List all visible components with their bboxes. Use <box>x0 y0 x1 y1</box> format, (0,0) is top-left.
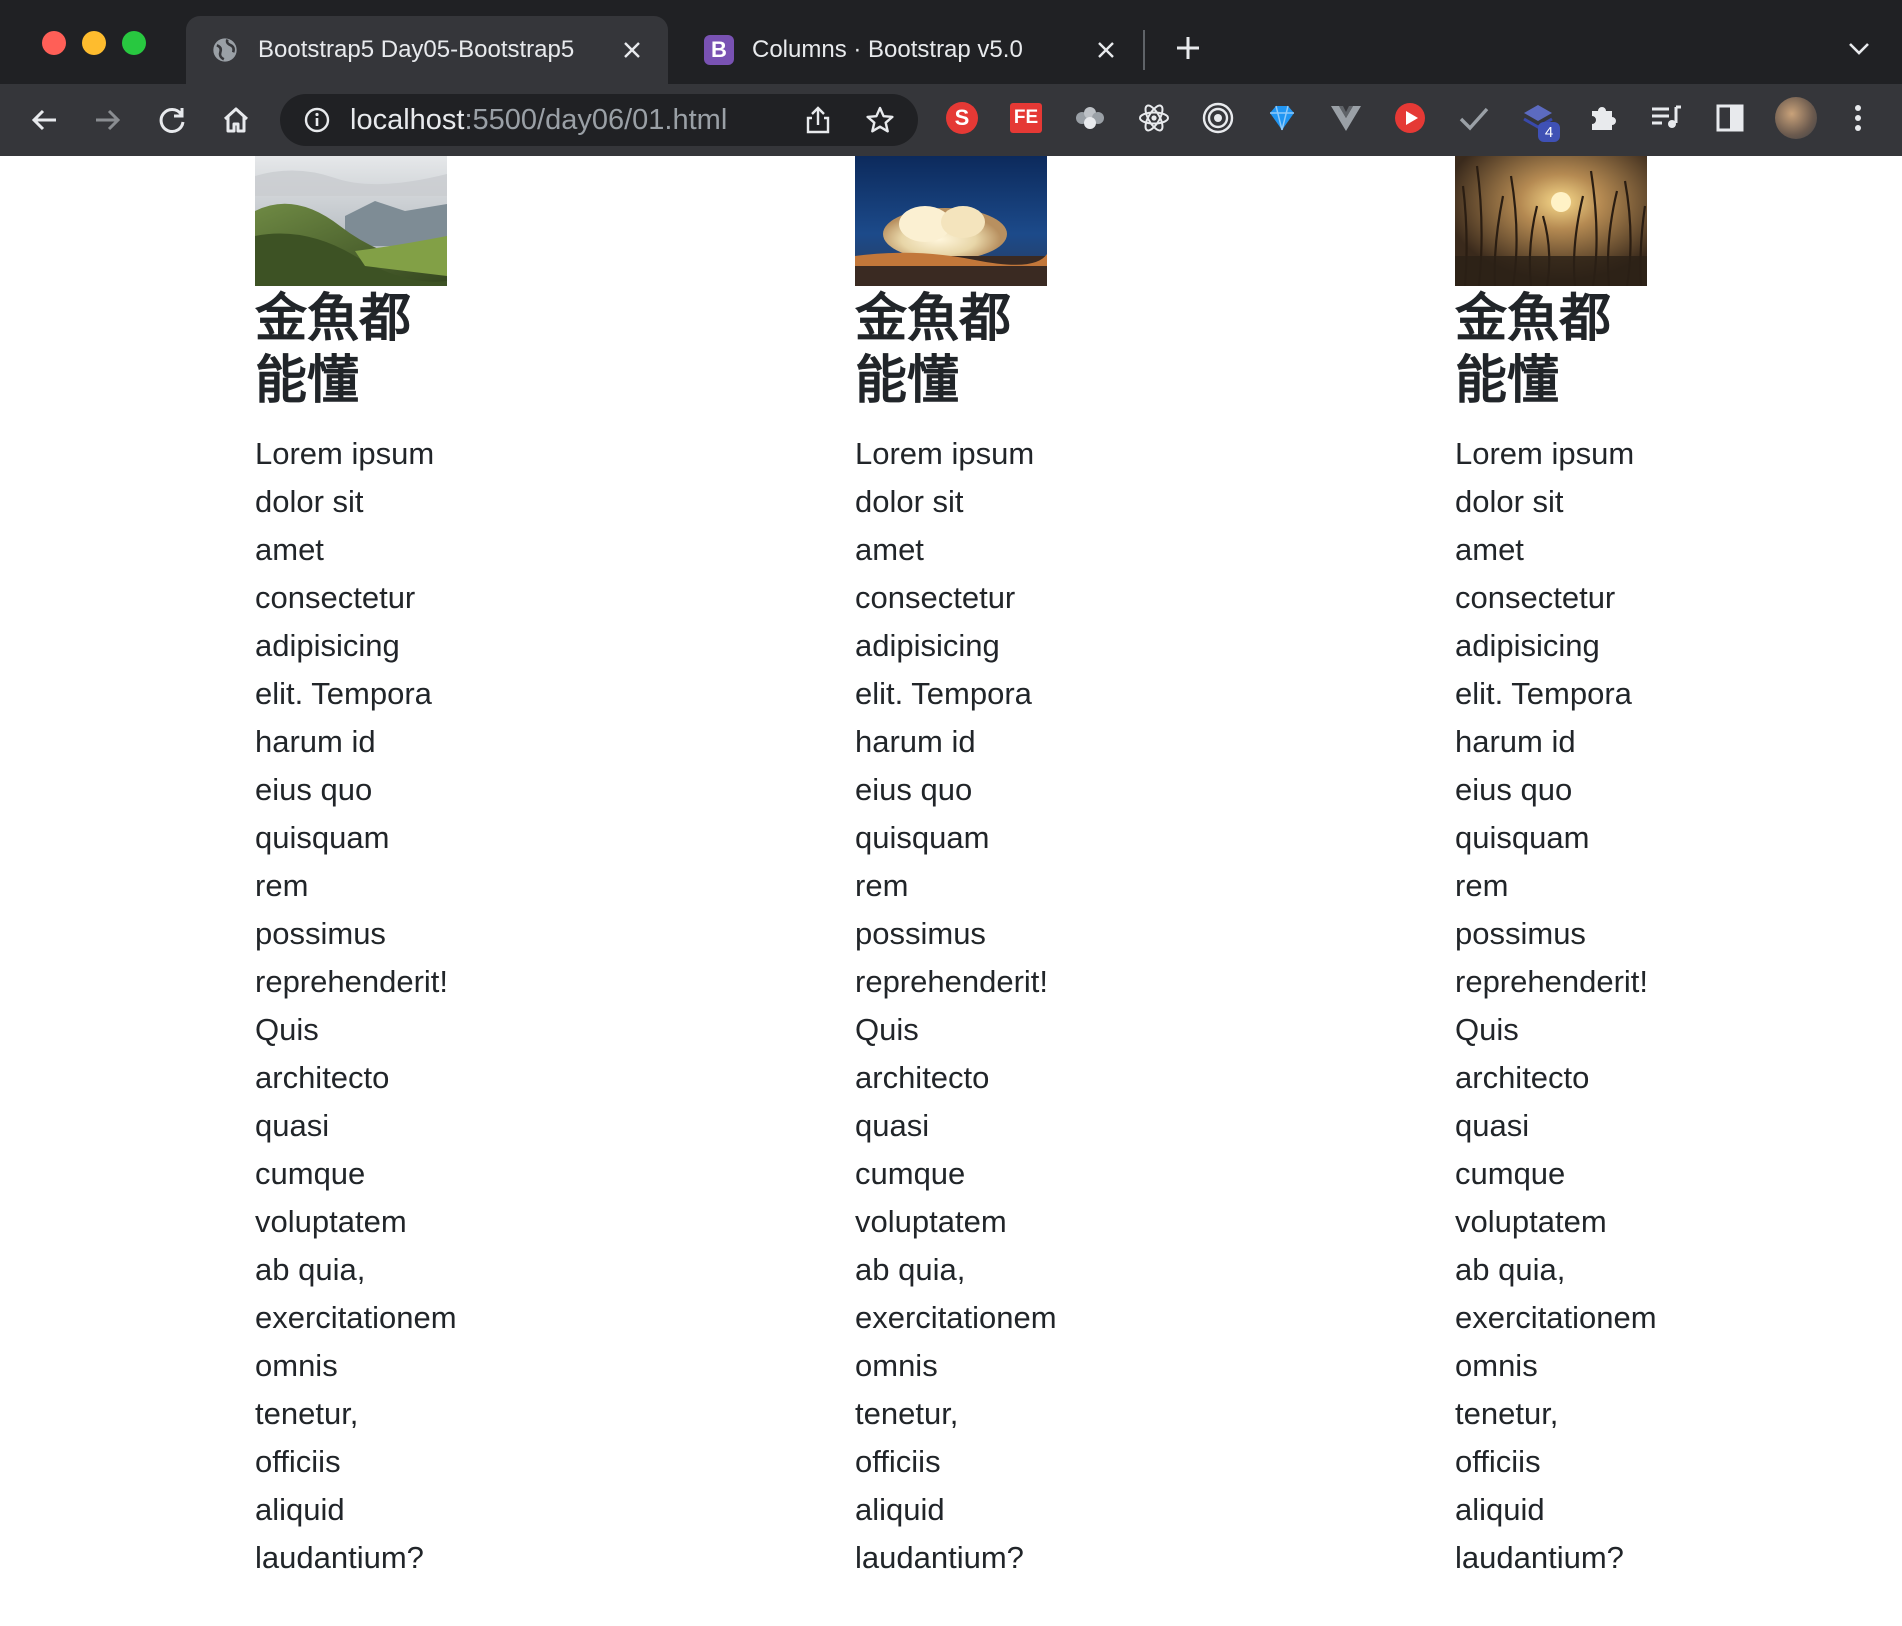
react-devtools-icon[interactable] <box>1134 98 1174 138</box>
column-paragraph: Lorem ipsum dolor sit amet consectetur a… <box>1455 436 1657 1575</box>
reload-icon[interactable] <box>150 98 194 142</box>
tab-title: Bootstrap5 Day05-Bootstrap5 <box>258 36 575 63</box>
site-info-icon[interactable] <box>302 105 332 135</box>
forward-arrow-icon[interactable] <box>86 98 130 142</box>
paw-extension-icon[interactable] <box>1070 98 1110 138</box>
extension-count-badge: 4 <box>1538 122 1560 142</box>
minimize-window-button[interactable] <box>82 31 106 55</box>
share-icon[interactable] <box>802 104 834 136</box>
tab-separator <box>1143 30 1145 70</box>
close-tab-icon[interactable] <box>1088 32 1124 68</box>
page-viewport: 金魚都能懂 Lorem ipsum dolor sit amet consect… <box>0 156 1902 1626</box>
browser-window: Bootstrap5 Day05-Bootstrap5 B Columns · … <box>0 0 1902 1626</box>
media-playlist-icon[interactable] <box>1646 98 1686 138</box>
close-tab-icon[interactable] <box>614 32 650 68</box>
back-arrow-icon[interactable] <box>22 98 66 142</box>
address-bar[interactable]: localhost:5500/day06/01.html <box>280 94 918 146</box>
check-extension-icon[interactable] <box>1454 98 1494 138</box>
s-extension-icon[interactable]: S <box>942 98 982 138</box>
content-column-2: 金魚都能懂 Lorem ipsum dolor sit amet consect… <box>855 156 1095 1582</box>
layers-extension-icon[interactable]: 4 <box>1518 98 1560 142</box>
close-window-button[interactable] <box>42 31 66 55</box>
fe-extension-label: FE <box>1010 103 1042 133</box>
tab-title: Columns · Bootstrap v5.0 <box>752 36 1023 63</box>
browser-toolbar: localhost:5500/day06/01.html S FE 4 <box>0 84 1902 156</box>
profile-avatar[interactable] <box>1774 96 1818 140</box>
sunset-grass-image <box>1455 156 1647 286</box>
s-extension-label: S <box>946 102 978 134</box>
bootstrap-favicon-letter: B <box>704 35 734 65</box>
mountain-landscape-image <box>255 156 447 286</box>
tab-search-chevron-icon[interactable] <box>1842 32 1876 66</box>
bookmark-star-icon[interactable] <box>864 104 896 136</box>
tab-columns-bootstrap[interactable]: B Columns · Bootstrap v5.0 <box>680 16 1142 84</box>
zoom-window-button[interactable] <box>122 31 146 55</box>
column-heading: 金魚都能懂 <box>255 289 412 411</box>
puzzle-extensions-icon[interactable] <box>1582 98 1622 138</box>
browser-menu-kebab-icon[interactable] <box>1838 98 1878 138</box>
tab-bootstrap5-day05[interactable]: Bootstrap5 Day05-Bootstrap5 <box>186 16 668 84</box>
new-tab-plus-icon[interactable] <box>1168 28 1208 68</box>
side-panel-icon[interactable] <box>1710 98 1750 138</box>
column-heading: 金魚都能懂 <box>855 289 1012 411</box>
cloud-sky-image <box>855 156 1047 286</box>
column-heading: 金魚都能懂 <box>1455 289 1612 411</box>
fe-extension-icon[interactable]: FE <box>1006 98 1046 138</box>
globe-icon <box>210 35 240 65</box>
content-column-3: 金魚都能懂 Lorem ipsum dolor sit amet consect… <box>1455 156 1695 1582</box>
vue-devtools-icon[interactable] <box>1326 98 1366 138</box>
gem-extension-icon[interactable] <box>1262 98 1302 138</box>
play-extension-icon[interactable] <box>1390 98 1430 138</box>
target-extension-icon[interactable] <box>1198 98 1238 138</box>
url-path: :5500/day06/01.html <box>464 103 728 136</box>
bootstrap-icon: B <box>704 35 734 65</box>
url-host: localhost <box>350 103 465 136</box>
address-url: localhost:5500/day06/01.html <box>350 104 727 137</box>
avatar-image <box>1775 97 1817 139</box>
content-column-1: 金魚都能懂 Lorem ipsum dolor sit amet consect… <box>255 156 495 1582</box>
column-paragraph: Lorem ipsum dolor sit amet consectetur a… <box>255 436 457 1575</box>
column-paragraph: Lorem ipsum dolor sit amet consectetur a… <box>855 436 1057 1575</box>
home-icon[interactable] <box>214 98 258 142</box>
tab-bar: Bootstrap5 Day05-Bootstrap5 B Columns · … <box>0 0 1902 84</box>
